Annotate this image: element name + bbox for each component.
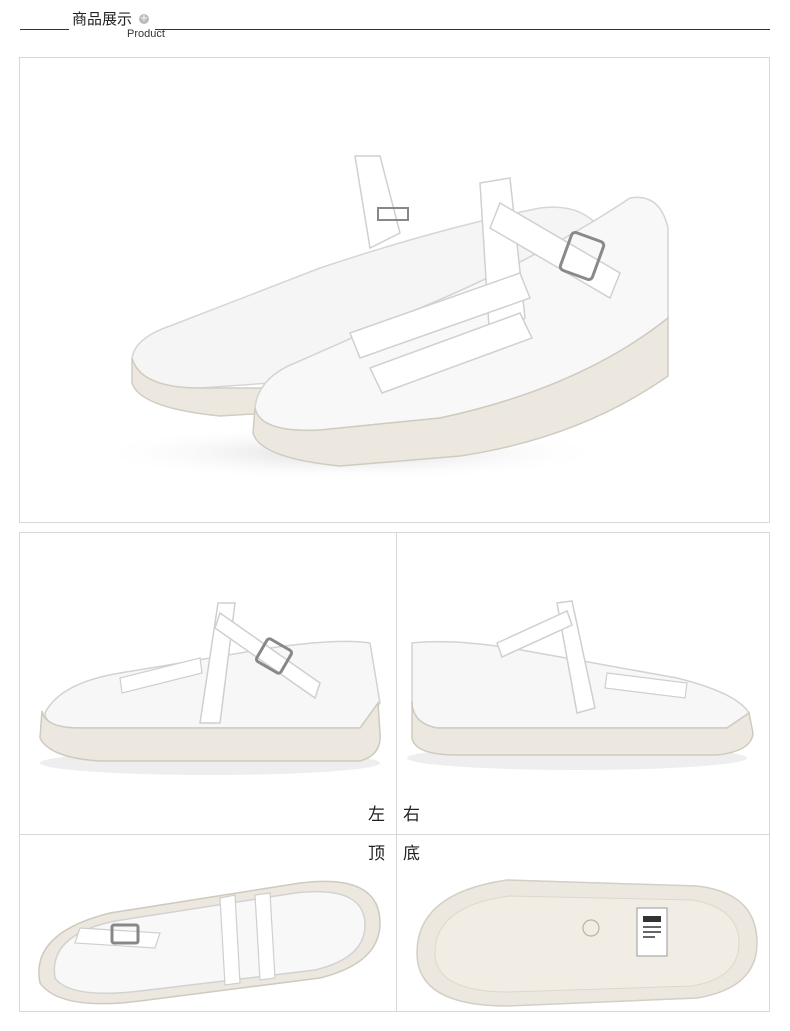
- right-view-image: [407, 600, 754, 770]
- left-view-image: [39, 602, 381, 775]
- view-label-right: 右: [403, 805, 420, 825]
- view-label-bottom: 底: [403, 844, 420, 864]
- view-label-top: 顶: [368, 844, 385, 864]
- view-label-left: 左: [368, 805, 385, 825]
- grid-divider-horizontal: [20, 834, 769, 835]
- plus-circle-icon[interactable]: +: [139, 14, 149, 24]
- section-header: 商品展示 + Product: [0, 0, 790, 50]
- shoe-pair-illustration: [90, 155, 669, 481]
- bottom-view-image: [416, 879, 758, 1007]
- view-grid: 左 右 顶 底: [19, 532, 770, 1012]
- header-rule-left: [20, 29, 69, 30]
- section-title: 商品展示: [72, 10, 133, 28]
- header-rule-right: [155, 29, 770, 30]
- main-product-image: [19, 57, 770, 523]
- top-view-image: [38, 880, 381, 1005]
